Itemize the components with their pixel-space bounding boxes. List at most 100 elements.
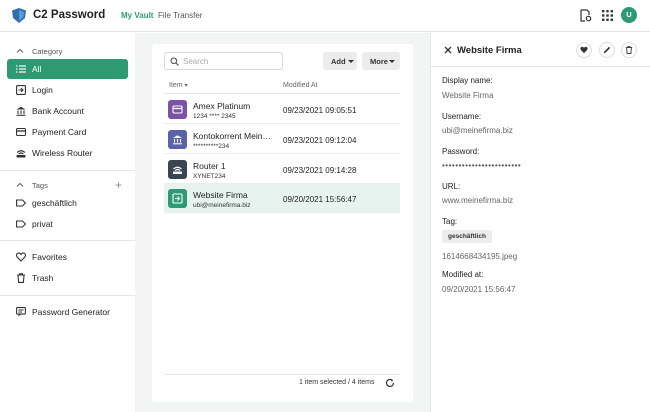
sidebar-item-trash[interactable]: Trash <box>7 268 128 288</box>
username-label: Username: <box>442 112 482 121</box>
sidebar-item-tag-geschaeftlich[interactable]: geschäftlich <box>7 193 128 213</box>
table-row[interactable]: Amex Platinum 1234 **** 2345 09/23/2021 … <box>164 95 400 124</box>
tag-chip[interactable]: geschäftlich <box>442 230 492 243</box>
login-icon <box>16 85 26 95</box>
add-button-label: Add <box>331 57 346 66</box>
more-button[interactable]: More <box>362 52 400 70</box>
tags-section-header[interactable]: Tags + <box>0 178 135 194</box>
list-footer-divider <box>164 374 400 375</box>
sidebar-item-label: Wireless Router <box>32 148 93 158</box>
table-row[interactable]: Router 1 XYNET234 09/23/2021 09:14:28 <box>164 155 400 184</box>
favorite-button[interactable] <box>576 42 592 58</box>
item-name: Kontokorrent Meinebank <box>193 131 275 141</box>
chevron-up-icon <box>16 182 24 187</box>
sidebar-item-label: Login <box>32 85 53 95</box>
app-title: C2 Password <box>33 9 106 21</box>
sidebar-item-tag-privat[interactable]: privat <box>7 214 128 234</box>
bank-icon <box>173 135 182 145</box>
sidebar-divider <box>0 295 135 296</box>
refresh-icon[interactable] <box>385 378 395 388</box>
search-icon <box>170 57 179 66</box>
attachment-filename[interactable]: 1614668434195.jpeg <box>442 252 517 261</box>
add-button[interactable]: Add <box>323 52 357 70</box>
login-icon <box>172 193 183 204</box>
document-settings-icon[interactable] <box>579 9 592 22</box>
display-name-value: Website Firma <box>442 91 494 100</box>
sort-arrow-icon: ▾ <box>184 83 188 89</box>
password-label: Password: <box>442 147 480 156</box>
item-type-tile <box>168 160 187 179</box>
card-icon <box>16 127 26 137</box>
generator-icon <box>16 307 26 317</box>
caret-down-icon <box>389 60 395 63</box>
caret-down-icon <box>348 60 354 63</box>
item-type-tile <box>168 100 187 119</box>
sidebar-item-label: Favorites <box>32 252 67 262</box>
wifi-icon <box>173 166 182 174</box>
shield-logo-icon <box>12 8 26 23</box>
item-type-tile <box>168 130 187 149</box>
category-section-header[interactable]: Category <box>0 44 135 60</box>
search-placeholder: Search <box>183 57 209 66</box>
more-button-label: More <box>370 57 388 66</box>
search-input[interactable]: Search <box>164 52 283 70</box>
close-icon[interactable] <box>444 46 452 54</box>
sidebar-item-label: Payment Card <box>32 127 87 137</box>
sidebar-item-label: Bank Account <box>32 106 84 116</box>
item-name: Amex Platinum <box>193 101 251 111</box>
detail-header-divider <box>430 66 650 67</box>
column-header-modified[interactable]: Modified At <box>283 82 318 89</box>
sidebar-item-login[interactable]: Login <box>7 80 128 100</box>
column-header-item[interactable]: Item ▾ <box>169 82 188 89</box>
header-divider <box>164 93 400 94</box>
url-value[interactable]: www.meinefirma.biz <box>442 196 513 205</box>
tag-icon <box>16 199 26 207</box>
sidebar-item-all[interactable]: All <box>7 59 128 79</box>
add-tag-icon[interactable]: + <box>115 178 122 192</box>
item-name: Router 1 <box>193 161 226 171</box>
trash-icon <box>17 273 25 283</box>
sidebar-item-payment-card[interactable]: Payment Card <box>7 122 128 142</box>
heart-icon <box>580 46 588 54</box>
sidebar-item-wireless-router[interactable]: Wireless Router <box>7 143 128 163</box>
modified-at-value: 09/20/2021 15:56:47 <box>442 285 516 294</box>
table-row[interactable]: Kontokorrent Meinebank **********234 09/… <box>164 125 400 154</box>
user-avatar[interactable]: U <box>621 7 637 23</box>
pencil-icon <box>603 46 611 54</box>
item-subtitle: 1234 **** 2345 <box>193 113 236 120</box>
edit-button[interactable] <box>599 42 615 58</box>
detail-title: Website Firma <box>457 45 522 56</box>
wifi-icon <box>16 150 26 158</box>
sidebar-item-label: geschäftlich <box>32 198 77 208</box>
item-type-tile <box>168 189 187 208</box>
item-modified-date: 09/20/2021 15:56:47 <box>283 195 357 204</box>
table-row-selected[interactable]: Website Firma ubi@meinefirma.biz 09/20/2… <box>164 184 400 213</box>
category-label: Category <box>32 47 63 56</box>
sidebar-item-label: Password Generator <box>32 307 110 317</box>
item-subtitle: ubi@meinefirma.biz <box>193 202 251 209</box>
sidebar-item-password-generator[interactable]: Password Generator <box>7 302 128 322</box>
sidebar-item-bank-account[interactable]: Bank Account <box>7 101 128 121</box>
trash-icon <box>625 46 633 54</box>
password-value[interactable]: •••••••••••••••••••••••• <box>442 161 521 170</box>
detail-panel <box>430 33 650 412</box>
chevron-up-icon <box>16 48 24 53</box>
sidebar-item-label: Trash <box>32 273 54 283</box>
item-subtitle: XYNET234 <box>193 173 226 180</box>
tag-label: Tag: <box>442 217 458 226</box>
sidebar-item-label: All <box>32 64 42 74</box>
sidebar-item-favorites[interactable]: Favorites <box>7 247 128 267</box>
delete-button[interactable] <box>621 42 637 58</box>
apps-grid-icon[interactable] <box>601 9 614 22</box>
heart-icon <box>16 252 26 262</box>
modified-at-label: Modified at: <box>442 270 484 279</box>
url-label: URL: <box>442 182 461 191</box>
username-value[interactable]: ubi@meinefirma.biz <box>442 126 513 135</box>
item-name: Website Firma <box>193 190 248 200</box>
tags-label: Tags <box>32 181 48 190</box>
display-name-label: Display name: <box>442 76 493 85</box>
tab-file-transfer[interactable]: File Transfer <box>158 11 202 20</box>
tab-my-vault[interactable]: My Vault <box>121 11 153 20</box>
sidebar: Category All Login Bank Account Payment … <box>0 33 135 412</box>
item-modified-date: 09/23/2021 09:14:28 <box>283 166 357 175</box>
